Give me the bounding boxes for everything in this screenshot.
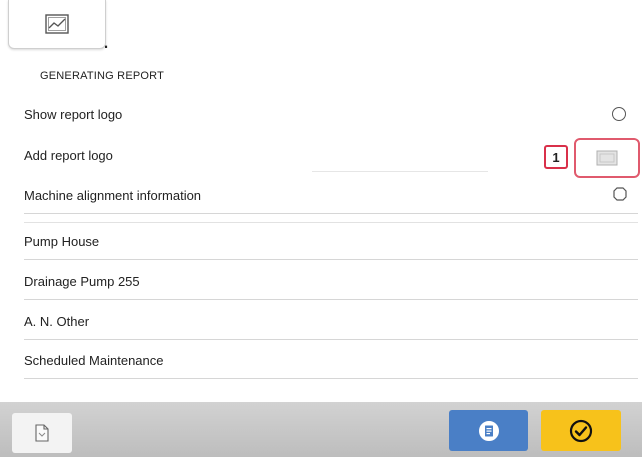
machine-field[interactable]: Drainage Pump 255	[12, 262, 638, 300]
machine-alignment-toggle[interactable]	[613, 187, 627, 201]
section-title: GENERATING REPORT	[40, 70, 165, 82]
image-toggle-button[interactable]	[8, 0, 106, 49]
location-value: Pump House	[24, 233, 100, 249]
document-button[interactable]	[12, 413, 72, 453]
trailing-period: .	[103, 28, 110, 53]
divider	[312, 171, 488, 172]
callout-badge: 1	[544, 145, 568, 169]
divider	[24, 378, 638, 379]
image-icon	[45, 14, 69, 34]
checkmark-icon	[569, 419, 593, 442]
show-report-logo-radio[interactable]	[612, 107, 626, 121]
show-report-logo-label: Show report logo	[24, 106, 123, 122]
add-logo-button[interactable]	[574, 138, 640, 178]
show-report-logo-row[interactable]: Show report logo	[12, 95, 638, 133]
report-icon	[478, 420, 499, 441]
machine-alignment-row[interactable]: Machine alignment information	[12, 176, 638, 214]
image-icon	[596, 150, 618, 166]
reason-value: Scheduled Maintenance	[24, 352, 164, 368]
operator-value: A. N. Other	[24, 313, 90, 329]
confirm-button[interactable]	[541, 410, 621, 451]
add-report-logo-label: Add report logo	[24, 147, 113, 163]
machine-alignment-label: Machine alignment information	[24, 187, 202, 203]
divider	[24, 259, 638, 260]
machine-value: Drainage Pump 255	[24, 273, 140, 289]
report-button[interactable]	[449, 410, 528, 451]
reason-field[interactable]: Scheduled Maintenance	[12, 341, 638, 379]
divider	[24, 222, 638, 223]
divider	[24, 299, 638, 300]
document-icon	[35, 424, 49, 442]
operator-field[interactable]: A. N. Other	[12, 302, 638, 340]
location-field[interactable]: Pump House	[12, 222, 638, 260]
divider	[24, 213, 638, 214]
divider	[24, 339, 638, 340]
